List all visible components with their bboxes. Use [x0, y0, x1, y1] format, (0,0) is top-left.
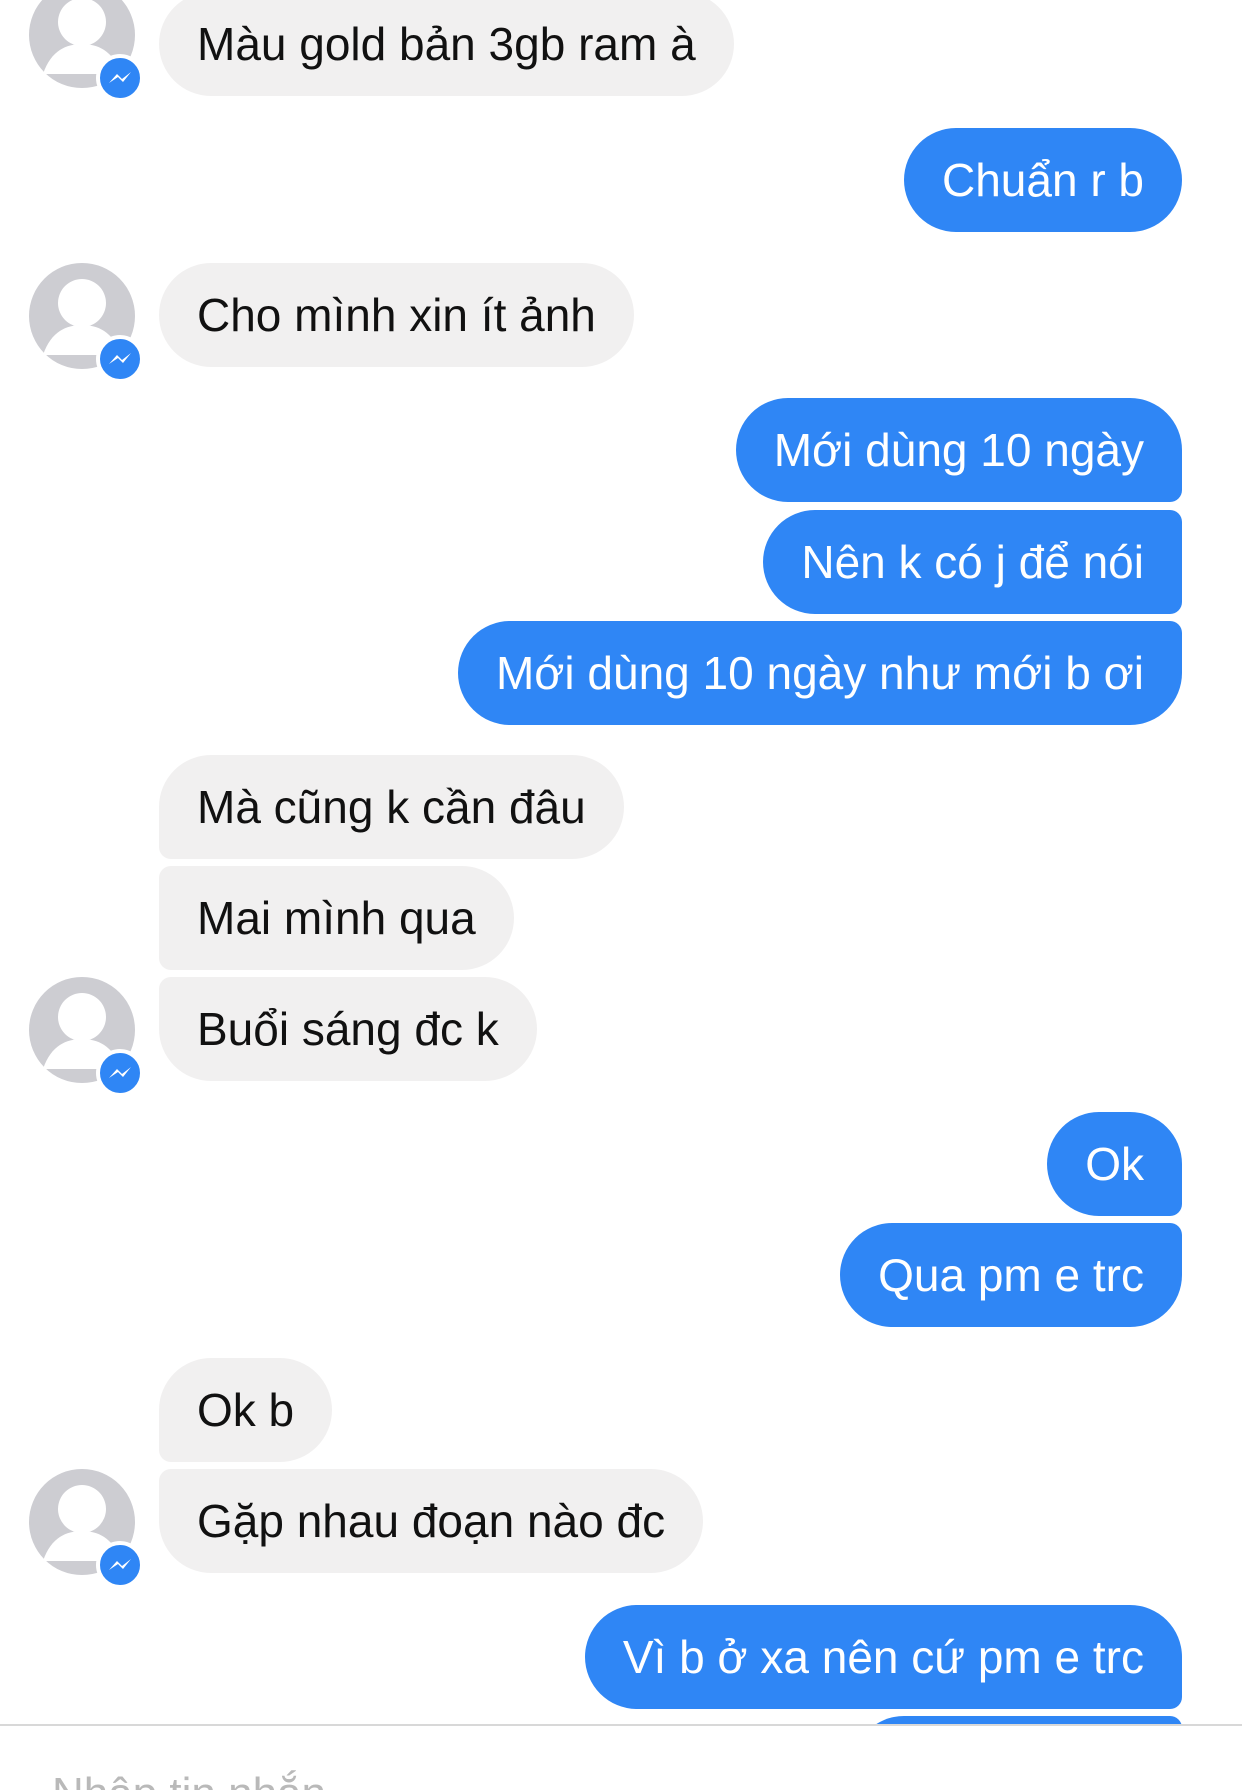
chat-screen: Màu gold bản 3gb ram à Chuẩn r b Cho mìn… — [0, 0, 1242, 1790]
message-bubble-outgoing[interactable]: Mới dùng 10 ngày — [735, 398, 1182, 502]
messenger-badge-icon — [96, 1541, 144, 1589]
message-bubble-outgoing[interactable]: Nên k có j để nói — [763, 510, 1182, 614]
messenger-badge-icon — [96, 335, 144, 383]
message-bubble-incoming[interactable]: Cho mình xin ít ảnh — [159, 263, 634, 367]
message-bubble-outgoing[interactable]: Vì b ở xa nên cứ pm e trc — [584, 1605, 1182, 1709]
messenger-badge-icon — [96, 54, 144, 102]
message-bubble-incoming[interactable]: Mà cũng k cần đâu — [159, 755, 624, 859]
message-bubble-incoming[interactable]: Mai mình qua — [159, 866, 514, 970]
avatar[interactable] — [29, 0, 144, 102]
message-bubble-incoming[interactable]: Buổi sáng đc k — [159, 977, 537, 1081]
message-bubble-outgoing[interactable]: Ok — [1047, 1112, 1182, 1216]
message-bubble-incoming[interactable]: Ok b — [159, 1358, 333, 1462]
avatar[interactable] — [29, 1469, 144, 1589]
message-input[interactable] — [50, 1768, 1154, 1790]
message-bubble-outgoing[interactable]: Chuẩn r b — [903, 128, 1182, 232]
message-bubble-incoming[interactable]: Gặp nhau đoạn nào đc — [159, 1469, 704, 1573]
avatar[interactable] — [29, 263, 144, 383]
messenger-badge-icon — [96, 1049, 144, 1097]
avatar[interactable] — [29, 977, 144, 1097]
message-bubble-outgoing[interactable]: Qua pm e trc — [840, 1223, 1182, 1327]
message-bubble-outgoing[interactable]: Mới dùng 10 ngày như mới b ơi — [457, 621, 1182, 725]
message-composer — [0, 1724, 1242, 1790]
message-bubble-incoming[interactable]: Màu gold bản 3gb ram à — [159, 0, 734, 96]
